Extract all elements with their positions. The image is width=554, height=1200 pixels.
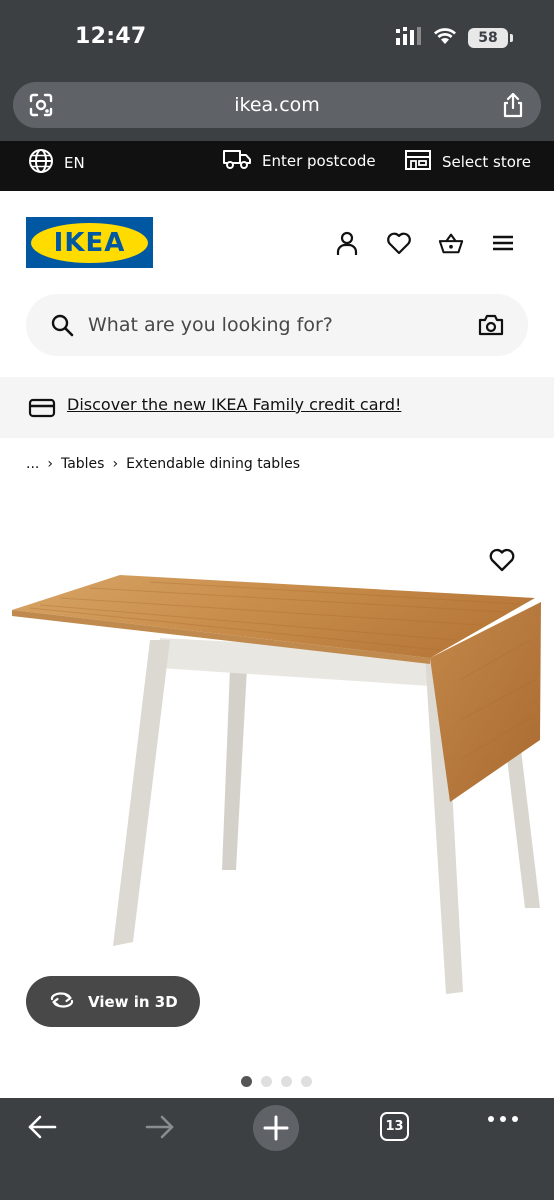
carousel-dot[interactable]: [261, 1076, 272, 1087]
back-arrow-icon[interactable]: [26, 1112, 58, 1146]
postcode-selector[interactable]: Enter postcode: [222, 148, 376, 174]
logo-text: IKEA: [53, 227, 126, 258]
chevron-right-icon: ›: [47, 456, 53, 472]
rotate-icon: [48, 990, 76, 1014]
breadcrumb-item-extendable[interactable]: Extendable dining tables: [126, 456, 300, 472]
forward-arrow-icon[interactable]: [144, 1112, 176, 1146]
heart-icon: [488, 548, 516, 577]
postcode-label: Enter postcode: [262, 152, 376, 170]
carousel-dot[interactable]: [281, 1076, 292, 1087]
search-input[interactable]: [88, 304, 468, 346]
address-bar[interactable]: ikea.com: [13, 82, 541, 128]
store-icon: [404, 148, 432, 176]
share-icon[interactable]: [501, 91, 525, 123]
utility-strip: EN Enter postcode Select store: [0, 141, 554, 191]
truck-icon: [222, 148, 252, 174]
header-actions: [334, 229, 516, 257]
store-label: Select store: [442, 153, 531, 171]
ikea-logo[interactable]: IKEA: [26, 217, 153, 268]
credit-card-icon: [28, 397, 56, 423]
person-icon[interactable]: [334, 229, 360, 257]
status-time: 12:47: [75, 24, 147, 49]
carousel-dot[interactable]: [301, 1076, 312, 1087]
image-carousel-dots: [241, 1076, 312, 1087]
chevron-right-icon: ›: [112, 456, 119, 472]
wifi-icon: [432, 26, 458, 50]
breadcrumb-item-tables[interactable]: Tables: [61, 456, 105, 472]
browser-toolbar: ikea.com: [0, 78, 554, 141]
status-bar: 12:47 58: [0, 0, 554, 78]
more-options-icon[interactable]: [488, 1116, 518, 1122]
breadcrumb-ellipsis[interactable]: ...: [26, 456, 39, 472]
browser-bottom-toolbar: 13: [0, 1098, 554, 1200]
url-text: ikea.com: [234, 94, 320, 116]
logo-oval: IKEA: [31, 222, 148, 263]
store-selector[interactable]: Select store: [404, 148, 531, 176]
heart-icon[interactable]: [386, 229, 412, 257]
save-to-favourites-button[interactable]: [488, 547, 516, 573]
plus-icon: [263, 1115, 289, 1141]
new-tab-button[interactable]: [253, 1105, 299, 1151]
globe-icon: [28, 148, 54, 178]
search-bar: [26, 294, 528, 356]
signal-icon: [396, 27, 422, 49]
status-icons: 58: [396, 26, 513, 50]
search-icon: [50, 313, 74, 341]
camera-icon[interactable]: [478, 313, 504, 341]
language-selector[interactable]: EN: [28, 148, 85, 178]
view-in-3d-button[interactable]: View in 3D: [26, 976, 200, 1027]
promo-banner: Discover the new IKEA Family credit card…: [0, 377, 554, 438]
basket-icon[interactable]: [438, 229, 464, 257]
view-in-3d-label: View in 3D: [88, 992, 178, 1011]
language-label: EN: [64, 154, 85, 172]
carousel-dot[interactable]: [241, 1076, 252, 1087]
tab-switcher-button[interactable]: 13: [380, 1112, 409, 1141]
promo-link[interactable]: Discover the new IKEA Family credit card…: [67, 395, 401, 414]
breadcrumb: ... › Tables › Extendable dining tables: [26, 456, 300, 472]
battery-indicator: 58: [468, 28, 513, 48]
menu-icon[interactable]: [490, 229, 516, 257]
